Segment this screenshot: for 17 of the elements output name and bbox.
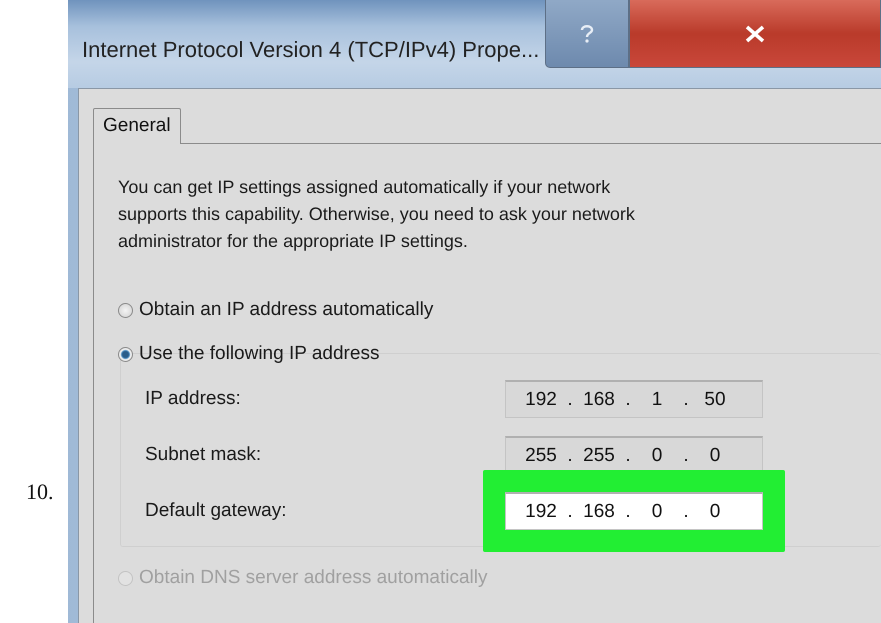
radio-button[interactable]	[118, 302, 133, 318]
close-button[interactable]	[629, 0, 881, 68]
ip-address-field[interactable]: 192 . 168 . 0 . 0	[505, 492, 763, 530]
radio-label[interactable]: Obtain an IP address automatically	[139, 299, 434, 321]
step-number: 10.	[26, 479, 54, 505]
radio-button[interactable]	[118, 346, 133, 362]
window-title: Internet Protocol Version 4 (TCP/IPv4) Prope...	[82, 37, 540, 63]
ip-address-field[interactable]: 192 . 168 . 1 . 50	[505, 380, 763, 418]
help-button[interactable]	[545, 0, 630, 68]
field-label: Subnet mask:	[145, 444, 262, 466]
close-icon	[744, 24, 766, 42]
radio-label[interactable]: Use the following IP address	[139, 343, 380, 365]
tab[interactable]: General	[93, 108, 181, 144]
field-label: Default gateway:	[145, 500, 288, 522]
intro-text: You can get IP settings assigned automatically if your network supports this capability. Otherwise, you need to ask your network administrator for the appropriate IP settings.	[118, 176, 636, 253]
question-mark-icon	[580, 24, 594, 44]
field-label: IP address:	[145, 388, 242, 410]
